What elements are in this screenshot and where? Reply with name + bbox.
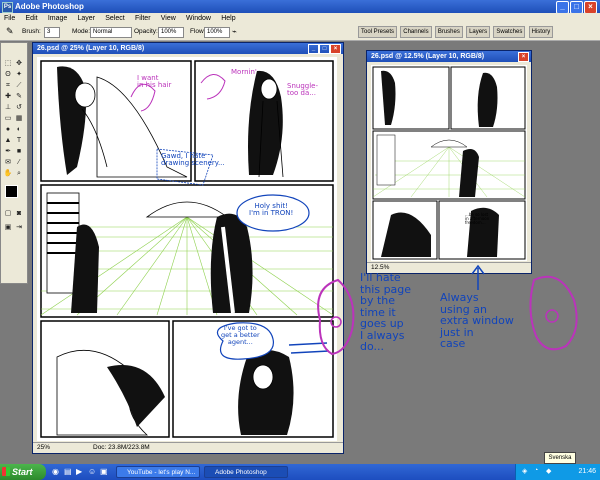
quicklaunch-folder-icon[interactable]: ▣ bbox=[100, 467, 108, 476]
tray-volume-icon[interactable]: ◔ bbox=[534, 467, 538, 474]
quicklaunch-messenger-icon[interactable]: ☺ bbox=[88, 467, 96, 476]
quicklaunch-media-icon[interactable]: ▶ bbox=[76, 467, 82, 476]
system-tray: ◈ ◔ ◆ 21:46 bbox=[515, 464, 600, 480]
start-button[interactable]: Start bbox=[0, 464, 46, 480]
workspace-doodles bbox=[317, 264, 578, 356]
clock[interactable]: 21:46 bbox=[578, 464, 596, 480]
annotation-extra-window: Always using an extra window just in cas… bbox=[440, 291, 514, 351]
language-indicator[interactable]: Svenska bbox=[544, 452, 576, 464]
tray-security-icon[interactable]: ◆ bbox=[546, 467, 551, 475]
quicklaunch-browser-icon[interactable]: ◉ bbox=[52, 467, 59, 476]
tray-network-icon[interactable]: ◈ bbox=[522, 467, 527, 475]
start-label: Start bbox=[12, 467, 33, 477]
taskbar-item-youtube[interactable]: YouTube - let's play N... bbox=[116, 466, 200, 478]
taskbar-item-photoshop[interactable]: Adobe Photoshop bbox=[204, 466, 288, 478]
taskbar: Start ◉ ▤ ▶ ☺ ▣ YouTube - let's play N..… bbox=[0, 464, 600, 480]
quicklaunch-desktop-icon[interactable]: ▤ bbox=[64, 467, 72, 476]
annotation-hate-page: I'll hate this page by the time it goes … bbox=[360, 271, 412, 354]
windows-flag-icon bbox=[2, 467, 10, 476]
